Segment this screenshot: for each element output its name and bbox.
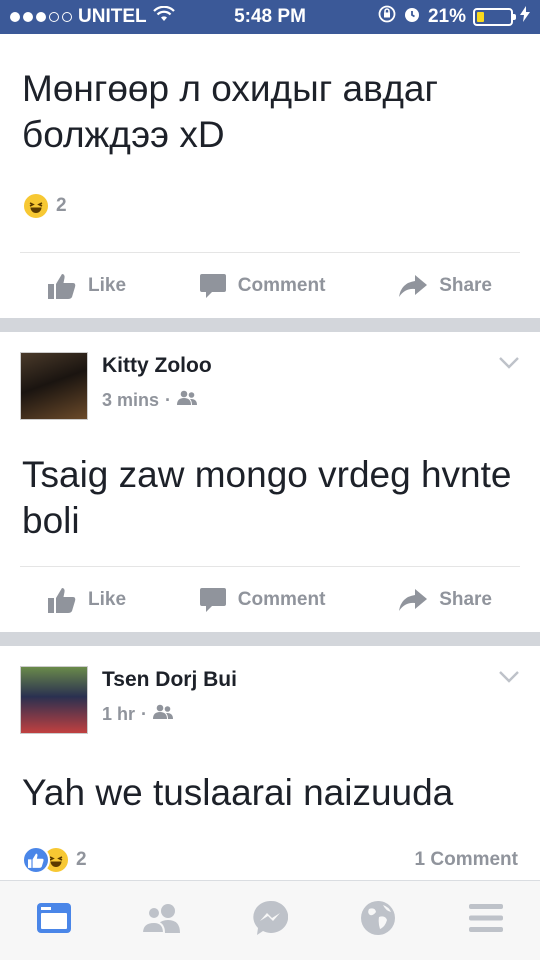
post-card: Kitty Zoloo 3 mins · Tsaig zaw mongo vrd…: [0, 332, 540, 632]
reactions-summary[interactable]: 2 1 Comment: [0, 838, 540, 880]
news-feed[interactable]: Мөнгөөр л охидыг авдаг болждээ xD 2 Like: [0, 34, 540, 880]
wifi-icon: [152, 5, 175, 28]
comment-button[interactable]: Comment: [199, 273, 326, 298]
reaction-count: 2: [56, 195, 67, 216]
battery-icon: [473, 8, 516, 26]
comment-label: Comment: [237, 588, 326, 610]
bottom-tab-bar: [0, 880, 540, 960]
alarm-icon: [403, 5, 421, 29]
comments-count-link[interactable]: 1 Comment: [415, 849, 518, 871]
like-label: Like: [88, 588, 127, 610]
share-label: Share: [439, 588, 492, 610]
post-text: Мөнгөөр л охидыг авдаг болждээ xD: [22, 68, 438, 155]
post-actions: Like Comment Share: [20, 566, 520, 632]
author-name[interactable]: Tsen Dorj Bui: [102, 666, 237, 694]
post-header: Kitty Zoloo 3 mins ·: [0, 332, 540, 432]
tab-notifications[interactable]: [348, 891, 408, 951]
share-label: Share: [439, 274, 492, 296]
haha-reaction-icon: [22, 192, 50, 220]
messenger-icon: [252, 900, 289, 941]
tab-friend-requests[interactable]: [132, 891, 192, 951]
comment-icon: [199, 587, 226, 612]
reaction-count: 2: [76, 849, 87, 870]
post-text: Yah we tuslaarai naizuuda: [22, 772, 454, 813]
friends-icon: [140, 903, 182, 938]
share-button[interactable]: Share: [399, 274, 492, 297]
chevron-down-icon[interactable]: [498, 670, 520, 689]
menu-icon: [469, 904, 503, 937]
battery-percent: 21%: [427, 6, 466, 27]
carrier-name: UNITEL: [78, 6, 147, 27]
post-actions: Like Comment Share: [20, 252, 520, 318]
post-card: Tsen Dorj Bui 1 hr · Yah we tuslaarai na…: [0, 646, 540, 880]
avatar[interactable]: [20, 352, 88, 420]
globe-icon: [361, 901, 395, 940]
like-label: Like: [88, 274, 127, 296]
share-arrow-icon: [399, 274, 428, 297]
author-block: Tsen Dorj Bui 1 hr ·: [102, 666, 237, 725]
friends-privacy-icon: [153, 704, 174, 725]
status-right: 21%: [378, 5, 530, 29]
comment-button[interactable]: Comment: [199, 587, 326, 612]
post-header: Tsen Dorj Bui 1 hr ·: [0, 646, 540, 746]
reactions-summary[interactable]: 2: [0, 184, 540, 228]
status-left: UNITEL: [10, 5, 175, 28]
like-button[interactable]: Like: [48, 587, 126, 613]
author-block: Kitty Zoloo 3 mins ·: [102, 352, 212, 411]
post-separator: [0, 318, 540, 332]
post-meta: 1 hr ·: [102, 704, 237, 725]
post-card: Мөнгөөр л охидыг авдаг болждээ xD 2 Like: [0, 34, 540, 318]
thumbs-up-icon: [48, 587, 76, 613]
chevron-down-icon[interactable]: [498, 356, 520, 375]
signal-strength-icon: [10, 12, 72, 22]
friends-privacy-icon: [177, 390, 198, 411]
post-text: Tsaig zaw mongo vrdeg hvnte boli: [22, 454, 512, 541]
charging-icon: [520, 6, 530, 28]
author-name[interactable]: Kitty Zoloo: [102, 352, 212, 380]
news-feed-icon: [37, 903, 71, 938]
like-button[interactable]: Like: [48, 273, 126, 299]
orientation-lock-icon: [378, 5, 396, 29]
meta-separator: ·: [165, 390, 172, 410]
like-reaction-icon: [22, 846, 50, 874]
share-arrow-icon: [399, 588, 428, 611]
post-separator: [0, 632, 540, 646]
thumbs-up-icon: [48, 273, 76, 299]
post-meta: 3 mins ·: [102, 390, 212, 411]
post-time[interactable]: 3 mins: [102, 390, 159, 411]
meta-separator: ·: [141, 704, 148, 724]
status-bar: UNITEL 5:48 PM 21%: [0, 0, 540, 34]
share-button[interactable]: Share: [399, 588, 492, 611]
tab-more[interactable]: [456, 891, 516, 951]
comment-icon: [199, 273, 226, 298]
post-time[interactable]: 1 hr: [102, 704, 135, 725]
avatar[interactable]: [20, 666, 88, 734]
comment-label: Comment: [237, 274, 326, 296]
tab-messenger[interactable]: [240, 891, 300, 951]
tab-news-feed[interactable]: [24, 891, 84, 951]
